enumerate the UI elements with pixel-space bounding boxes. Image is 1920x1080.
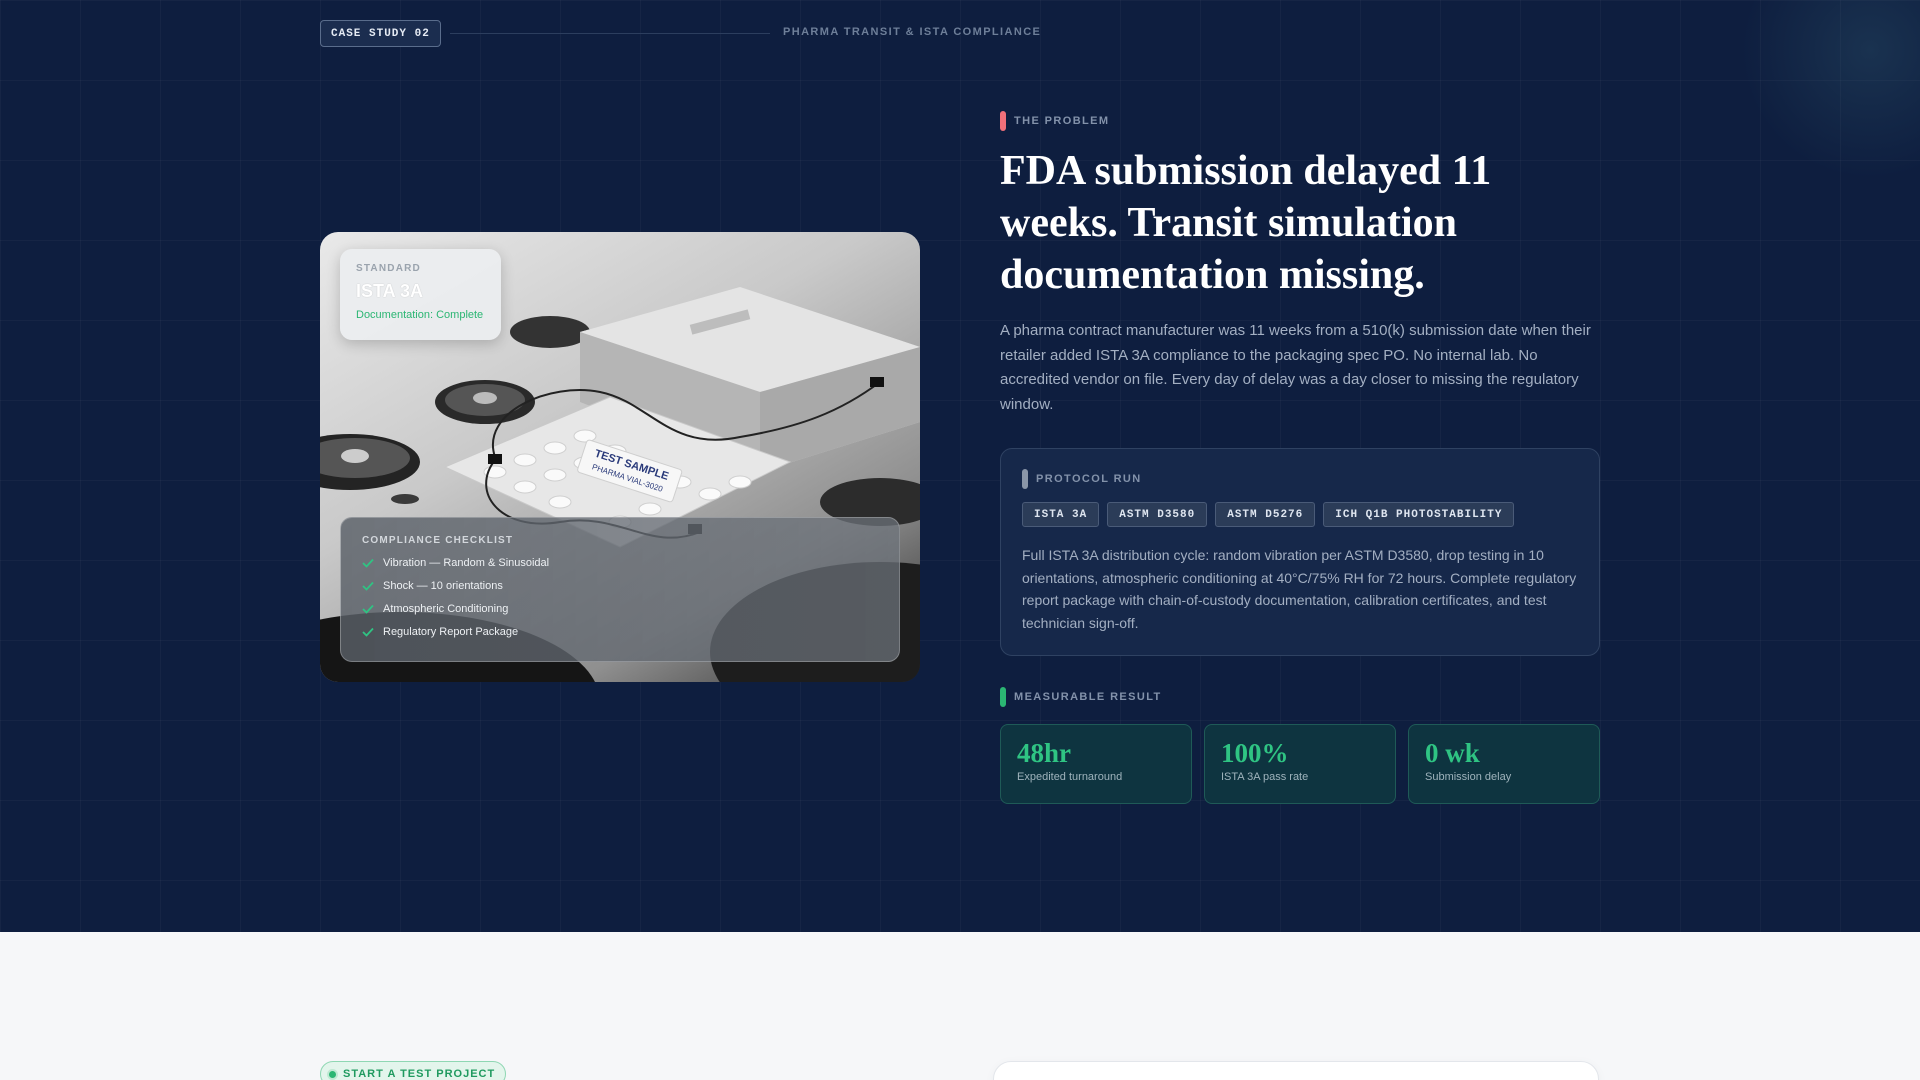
problem-label: THE PROBLEM bbox=[1000, 111, 1109, 131]
documentation-status: Documentation: Complete bbox=[356, 309, 484, 321]
metric-value: 48hr bbox=[1017, 738, 1071, 768]
protocol-tag: ASTM D5276 bbox=[1215, 502, 1316, 527]
case-study-hero bbox=[0, 0, 1920, 932]
metric-label: ISTA 3A pass rate bbox=[1221, 771, 1309, 783]
checklist-item-label: Shock — 10 orientations bbox=[383, 579, 503, 592]
protocol-marker bbox=[1022, 469, 1028, 489]
result-marker bbox=[1000, 687, 1006, 707]
checklist-item-label: Vibration — Random & Sinusoidal bbox=[383, 556, 550, 569]
case-study-badge: CASE STUDY 02 bbox=[320, 20, 441, 47]
protocol-tag: ASTM D3580 bbox=[1107, 502, 1208, 527]
checklist-item: Regulatory Report Package bbox=[362, 625, 878, 638]
checklist-item: Atmospheric Conditioning bbox=[362, 602, 878, 615]
header-divider bbox=[450, 33, 770, 34]
metric-card: 0 wk Submission delay bbox=[1408, 724, 1600, 804]
start-project-badge: START A TEST PROJECT bbox=[320, 1061, 507, 1080]
project-form-card[interactable] bbox=[993, 1061, 1599, 1080]
standard-label: STANDARD bbox=[356, 263, 421, 274]
checklist-item: Shock — 10 orientations bbox=[362, 579, 878, 592]
checklist-item-label: Atmospheric Conditioning bbox=[383, 602, 509, 615]
check-icon bbox=[362, 625, 375, 638]
metric-card: 48hr Expedited turnaround bbox=[1000, 724, 1192, 804]
compliance-checklist: COMPLIANCE CHECKLIST Vibration — Random … bbox=[340, 517, 900, 662]
protocol-label-text: PROTOCOL RUN bbox=[1036, 473, 1142, 485]
checklist-item: Vibration — Random & Sinusoidal bbox=[362, 556, 878, 569]
standard-title: ISTA 3A bbox=[356, 281, 424, 301]
metric-value: 100% bbox=[1221, 738, 1289, 768]
protocol-label: PROTOCOL RUN bbox=[1022, 469, 1142, 489]
start-project-label: START A TEST PROJECT bbox=[343, 1068, 496, 1080]
result-label-text: MEASURABLE RESULT bbox=[1014, 691, 1162, 703]
status-dot-icon bbox=[327, 1068, 338, 1080]
standard-card: STANDARD ISTA 3A Documentation: Complete bbox=[340, 249, 501, 340]
checklist-item-label: Regulatory Report Package bbox=[383, 625, 519, 638]
metric-label: Submission delay bbox=[1425, 771, 1512, 783]
problem-description: A pharma contract manufacturer was 11 we… bbox=[1000, 322, 1591, 413]
protocol-tag: ICH Q1B PHOTOSTABILITY bbox=[1323, 502, 1515, 527]
protocol-description: Full ISTA 3A distribution cycle: random … bbox=[1022, 547, 1577, 631]
metric-value: 0 wk bbox=[1425, 738, 1480, 768]
result-label: MEASURABLE RESULT bbox=[1000, 687, 1162, 707]
result-metrics: 48hr Expedited turnaround 100% ISTA 3A p… bbox=[1000, 724, 1612, 804]
problem-headline: FDA submission delayed 11 weeks. Transit… bbox=[1000, 148, 1492, 298]
protocol-tag: ISTA 3A bbox=[1022, 502, 1100, 527]
header-caption: PHARMA TRANSIT & ISTA COMPLIANCE bbox=[783, 26, 1042, 38]
metric-label: Expedited turnaround bbox=[1017, 771, 1123, 783]
check-icon bbox=[362, 602, 375, 615]
corner-glow bbox=[1740, 0, 1920, 180]
problem-label-text: THE PROBLEM bbox=[1014, 115, 1110, 127]
check-icon bbox=[362, 579, 375, 592]
contact-section bbox=[0, 932, 1920, 1080]
protocol-tags: ISTA 3A ASTM D3580 ASTM D5276 ICH Q1B PH… bbox=[1022, 502, 1522, 527]
check-icon bbox=[362, 556, 375, 569]
checklist-title: COMPLIANCE CHECKLIST bbox=[362, 535, 514, 546]
problem-marker bbox=[1000, 111, 1006, 131]
metric-card: 100% ISTA 3A pass rate bbox=[1204, 724, 1396, 804]
protocol-card: PROTOCOL RUN ISTA 3A ASTM D3580 ASTM D52… bbox=[1000, 448, 1600, 656]
